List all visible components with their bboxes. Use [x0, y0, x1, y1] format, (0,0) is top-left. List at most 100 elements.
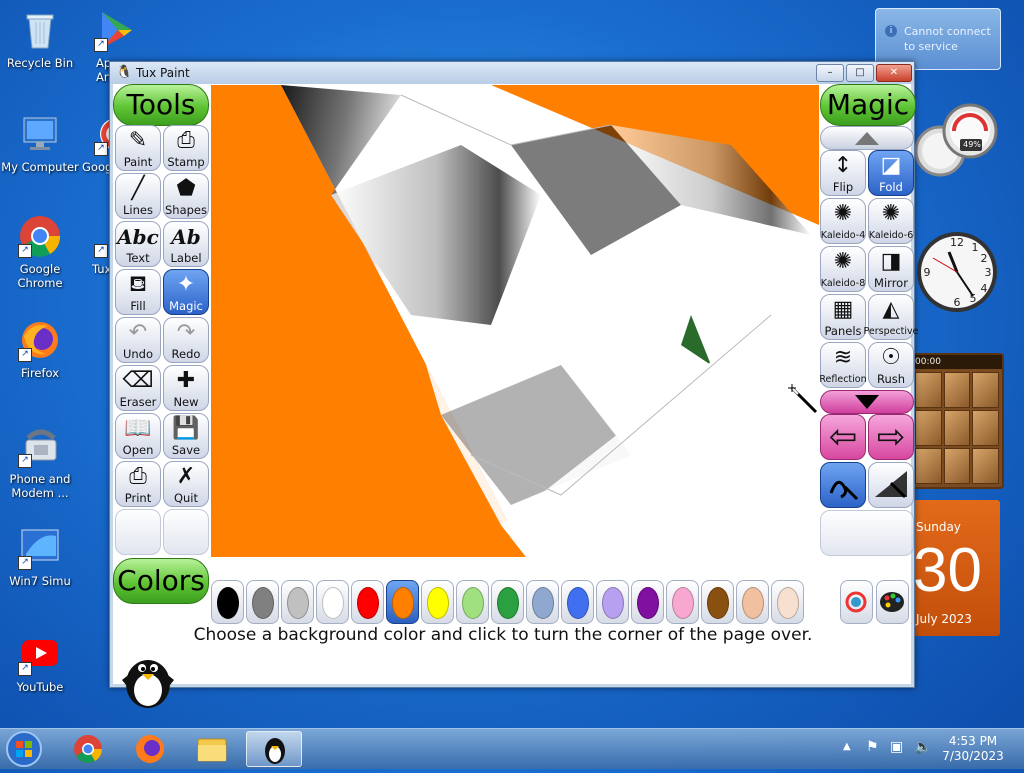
- down-arrow-icon: [855, 395, 879, 409]
- desktop-icon-google-chrome[interactable]: ↗ Google Chrome: [0, 214, 80, 290]
- color-swatch[interactable]: [421, 580, 454, 624]
- tool-stamp-button[interactable]: ⎙ Stamp: [163, 125, 209, 171]
- desktop-icon-win7-simu[interactable]: ↗ Win7 Simu: [0, 526, 80, 588]
- chrome-icon: [74, 735, 102, 763]
- calendar-gadget[interactable]: Sunday 30 July 2023: [908, 500, 1000, 636]
- quit-icon: ✗: [176, 464, 196, 489]
- magic-kaleido8-button[interactable]: ✺ Kaleido-8: [820, 246, 866, 292]
- open-book-icon: 📖: [124, 416, 152, 441]
- color-swatch[interactable]: [701, 580, 734, 624]
- fullscreen-mode-button[interactable]: [868, 462, 914, 508]
- tool-paint-button[interactable]: ✎ Paint: [115, 125, 161, 171]
- color-swatch[interactable]: [666, 580, 699, 624]
- color-swatch[interactable]: [491, 580, 524, 624]
- puzzle-grid[interactable]: [912, 369, 1002, 487]
- picture-puzzle-gadget[interactable]: 00:00: [910, 353, 1004, 489]
- magic-kaleido4-button[interactable]: ✺ Kaleido-4: [820, 198, 866, 244]
- next-mode-button[interactable]: ⇨: [868, 414, 914, 460]
- title-bar[interactable]: 🐧 Tux Paint – □ ✕: [110, 62, 914, 84]
- desktop-icon-firefox[interactable]: ↗ Firefox: [0, 318, 80, 380]
- clock-gadget[interactable]: 12 3 6 9 1245: [905, 210, 1001, 330]
- pentagon-icon: ⬟: [176, 176, 196, 201]
- shortcut-arrow-icon: ↗: [94, 244, 108, 258]
- magic-reflection-button[interactable]: ≋ Reflection: [819, 342, 867, 388]
- magic-rush-button[interactable]: ☉ Rush: [868, 342, 914, 388]
- drawing-canvas[interactable]: [211, 85, 819, 557]
- prev-mode-button[interactable]: ⇦: [820, 414, 866, 460]
- color-swatch[interactable]: [596, 580, 629, 624]
- tool-new-button[interactable]: ✚ New: [163, 365, 209, 411]
- desktop-icon-recycle-bin[interactable]: Recycle Bin: [0, 8, 80, 70]
- desktop-icon-label: Firefox: [20, 366, 60, 380]
- color-swatch[interactable]: [526, 580, 559, 624]
- tool-open-button[interactable]: 📖 Open: [115, 413, 161, 459]
- magic-perspective-button[interactable]: ◭ Perspective: [863, 294, 919, 340]
- taskbar-clock[interactable]: 4:53 PM 7/30/2023: [940, 734, 1006, 764]
- color-swatch[interactable]: [246, 580, 279, 624]
- magic-mirror-button[interactable]: ◨ Mirror: [868, 246, 914, 292]
- tool-text-button[interactable]: Abc Text: [115, 221, 161, 267]
- color-swatch[interactable]: [386, 580, 419, 624]
- color-swatch[interactable]: [281, 580, 314, 624]
- save-icon: 💾: [172, 416, 200, 441]
- taskbar-firefox-button[interactable]: [122, 731, 178, 767]
- color-swatch[interactable]: [561, 580, 594, 624]
- tool-redo-button[interactable]: ↷ Redo: [163, 317, 209, 363]
- close-button[interactable]: ✕: [876, 64, 912, 82]
- win7-simulator-icon: ↗: [18, 526, 62, 570]
- tool-print-button[interactable]: ⎙ Print: [115, 461, 161, 507]
- right-arrow-icon: ⇨: [876, 417, 906, 457]
- text-icon: Abc: [117, 225, 159, 249]
- taskbar-chrome-button[interactable]: [60, 731, 116, 767]
- tool-shapes-button[interactable]: ⬟ Shapes: [163, 173, 209, 219]
- desktop-icon-my-computer[interactable]: My Computer: [0, 112, 80, 174]
- color-swatch[interactable]: [211, 580, 244, 624]
- color-swatch[interactable]: [316, 580, 349, 624]
- volume-icon[interactable]: 🔈: [914, 739, 931, 755]
- tool-label-button[interactable]: Ab Label: [163, 221, 209, 267]
- youtube-icon: ↗: [18, 632, 62, 676]
- color-swatch[interactable]: [631, 580, 664, 624]
- color-swatch[interactable]: [456, 580, 489, 624]
- minimize-button[interactable]: –: [816, 64, 844, 82]
- taskbar-tuxpaint-button[interactable]: [246, 731, 302, 767]
- color-swatch[interactable]: [351, 580, 384, 624]
- desktop-icon-youtube[interactable]: ↗ YouTube: [0, 632, 80, 694]
- taskbar-explorer-button[interactable]: [184, 731, 240, 767]
- tool-fill-button[interactable]: ⛾ Fill: [115, 269, 161, 315]
- network-icon[interactable]: ▣: [890, 739, 903, 755]
- calendar-day: Sunday: [916, 520, 961, 534]
- tool-lines-button[interactable]: ╱ Lines: [115, 173, 161, 219]
- action-center-icon[interactable]: ⚑: [866, 739, 879, 755]
- magic-flip-button[interactable]: ↕ Flip: [820, 150, 866, 196]
- color-mixer-button[interactable]: [876, 580, 909, 624]
- maximize-button[interactable]: □: [846, 64, 874, 82]
- label-icon: Ab: [171, 225, 201, 249]
- tool-quit-button[interactable]: ✗ Quit: [163, 461, 209, 507]
- tool-save-button[interactable]: 💾 Save: [163, 413, 209, 459]
- kaleidoscope-icon: ✺: [833, 249, 853, 274]
- new-page-icon: ✚: [176, 368, 196, 393]
- paint-mode-button[interactable]: [820, 462, 866, 508]
- panels-icon: ▦: [832, 297, 854, 322]
- magic-panels-button[interactable]: ▦ Panels: [820, 294, 866, 340]
- color-swatch[interactable]: [736, 580, 769, 624]
- magic-kaleido6-button[interactable]: ✺ Kaleido-6: [868, 198, 914, 244]
- tool-undo-button[interactable]: ↶ Undo: [115, 317, 161, 363]
- start-button[interactable]: [4, 729, 44, 769]
- scroll-down-button[interactable]: [820, 390, 914, 414]
- magic-fold-button[interactable]: ◪ Fold: [868, 150, 914, 196]
- magic-empty-slot: [820, 510, 914, 556]
- up-arrow-icon: [855, 132, 879, 145]
- color-picker-button[interactable]: [840, 580, 873, 624]
- tool-eraser-button[interactable]: ⌫ Eraser: [115, 365, 161, 411]
- color-swatch[interactable]: [771, 580, 804, 624]
- colors-header: Colors: [113, 558, 209, 604]
- desktop-icon-phone-modem[interactable]: ↗ Phone and Modem ...: [0, 424, 80, 500]
- scroll-up-button[interactable]: [820, 126, 914, 150]
- color-dot: [287, 587, 309, 619]
- tool-magic-button[interactable]: ✦ Magic: [163, 269, 209, 315]
- cpu-meter-gadget[interactable]: 49%: [910, 103, 1000, 193]
- show-hidden-icons-button[interactable]: ▲: [843, 741, 851, 752]
- fullscreen-icon: [875, 471, 907, 499]
